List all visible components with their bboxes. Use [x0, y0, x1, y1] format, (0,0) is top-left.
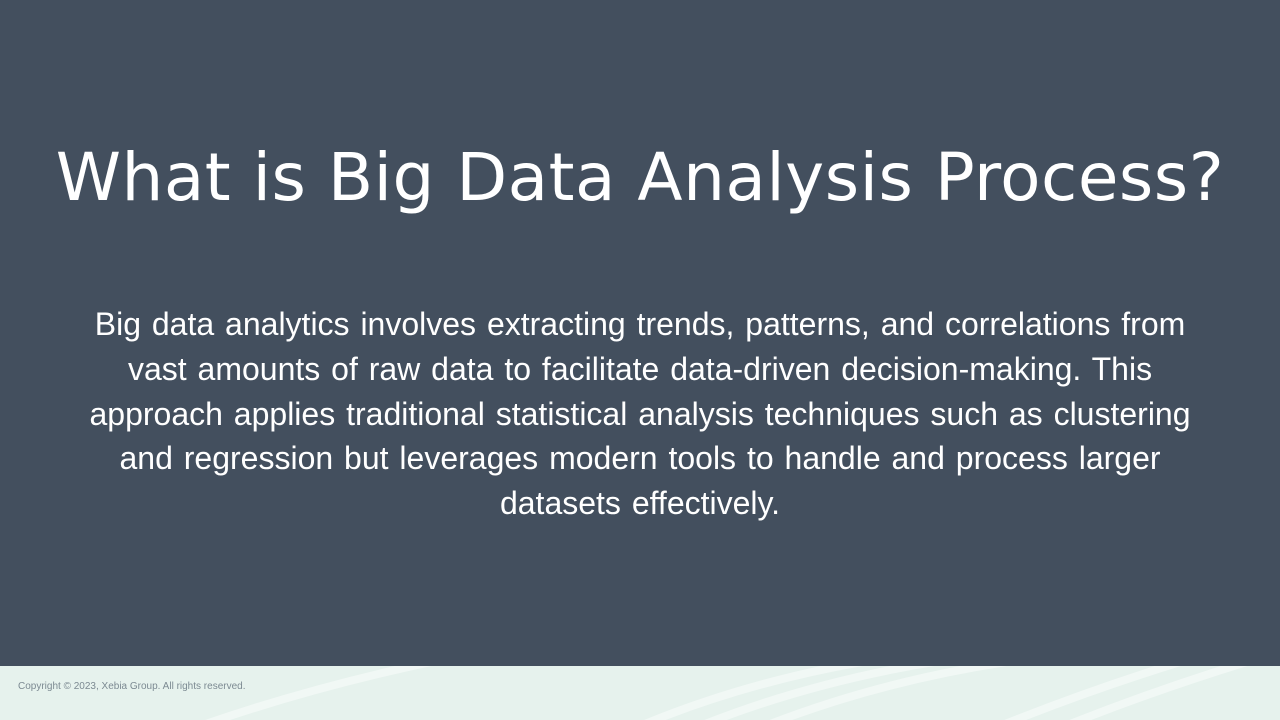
slide-title: What is Big Data Analysis Process?: [55, 139, 1225, 216]
slide-body-text: Big data analytics involves extracting t…: [89, 306, 1191, 522]
footer-decorative-pattern: [205, 666, 1248, 720]
footer-band: Copyright © 2023, Xebia Group. All right…: [0, 666, 1280, 720]
slide: What is Big Data Analysis Process? Big d…: [0, 0, 1280, 720]
copyright-notice: Copyright © 2023, Xebia Group. All right…: [18, 681, 246, 692]
